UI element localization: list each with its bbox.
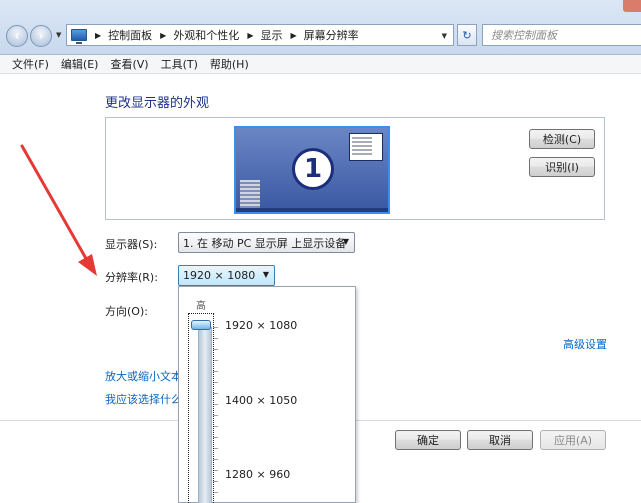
menu-help[interactable]: 帮助(H) (204, 56, 255, 72)
back-button[interactable]: ‹ (6, 25, 28, 47)
identify-button[interactable]: 识别(I) (529, 157, 595, 177)
resolution-dropdown: 高 1920 × 1080 1400 × 1050 1280 × 960 (178, 286, 356, 503)
menu-tools[interactable]: 工具(T) (155, 56, 204, 72)
breadcrumb-control-panel[interactable]: 控制面板 (108, 27, 152, 43)
breadcrumb-separator-icon[interactable]: ▶ (160, 31, 166, 40)
detect-button[interactable]: 检测(C) (529, 129, 595, 149)
resolution-select[interactable]: 1920 × 1080 ▼ (178, 265, 275, 286)
address-dropdown-icon[interactable]: ▼ (442, 32, 447, 40)
main-content: 更改显示器的外观 1 检测(C) 识别(I) 显示器(S): 1. 在 移动 P… (0, 75, 641, 503)
resolution-select-value: 1920 × 1080 (183, 269, 256, 282)
display-select[interactable]: 1. 在 移动 PC 显示屏 上显示设备 ▼ (178, 232, 355, 253)
menu-edit[interactable]: 编辑(E) (55, 56, 105, 72)
forward-button[interactable]: › (30, 25, 52, 47)
display-select-value: 1. 在 移动 PC 显示屏 上显示设备 (183, 236, 347, 250)
breadcrumb-display[interactable]: 显示 (260, 27, 282, 43)
apply-button[interactable]: 应用(A) (540, 430, 606, 450)
chevron-down-icon: ▼ (262, 270, 269, 279)
recent-pages-dropdown-icon[interactable]: ▼ (56, 31, 61, 39)
monitor-preview-panel: 1 检测(C) 识别(I) (105, 117, 605, 220)
menu-file[interactable]: 文件(F) (6, 56, 55, 72)
gadget-preview-icon (240, 180, 260, 210)
window-preview-icon (349, 133, 383, 161)
back-arrow-icon: ‹ (14, 29, 20, 43)
monitor-number-badge: 1 (292, 148, 334, 190)
breadcrumb-separator-icon[interactable]: ▶ (290, 31, 296, 40)
breadcrumb-separator-icon[interactable]: ▶ (95, 31, 101, 40)
orientation-label: 方向(O): (105, 305, 148, 318)
resolution-option[interactable]: 1400 × 1050 (225, 394, 297, 407)
resolution-high-label: 高 (196, 301, 206, 312)
search-input[interactable] (483, 25, 641, 45)
control-panel-icon (71, 29, 87, 44)
menu-view[interactable]: 查看(V) (104, 56, 154, 72)
resolution-slider-thumb[interactable] (191, 320, 211, 330)
which-setting-link[interactable]: 我应该选择什么 (105, 391, 182, 407)
resolution-option[interactable]: 1280 × 960 (225, 468, 290, 481)
ok-button[interactable]: 确定 (395, 430, 461, 450)
display-label: 显示器(S): (105, 238, 158, 251)
address-bar[interactable]: ▶ 控制面板 ▶ 外观和个性化 ▶ 显示 ▶ 屏幕分辨率 ▼ (66, 24, 454, 46)
forward-arrow-icon: › (38, 29, 44, 43)
breadcrumb-separator-icon[interactable]: ▶ (247, 31, 253, 40)
refresh-button[interactable]: ↻ (457, 24, 477, 46)
cancel-button[interactable]: 取消 (467, 430, 533, 450)
enlarge-text-link[interactable]: 放大或缩小文本 (105, 368, 182, 384)
window-close-button[interactable] (623, 0, 641, 12)
page-title: 更改显示器的外观 (105, 96, 210, 111)
breadcrumb-screen-resolution[interactable]: 屏幕分辨率 (304, 27, 359, 43)
chevron-down-icon: ▼ (342, 237, 349, 246)
resolution-option[interactable]: 1920 × 1080 (225, 319, 297, 332)
resolution-label: 分辨率(R): (105, 271, 158, 284)
monitor-1-thumbnail[interactable]: 1 (234, 126, 390, 214)
taskbar-preview (236, 208, 388, 212)
slider-focus-outline (188, 313, 214, 503)
search-box[interactable] (482, 24, 641, 46)
breadcrumb-appearance[interactable]: 外观和个性化 (173, 27, 239, 43)
advanced-settings-link[interactable]: 高级设置 (563, 336, 607, 352)
menu-bar: 文件(F) 编辑(E) 查看(V) 工具(T) 帮助(H) (0, 55, 641, 74)
refresh-icon: ↻ (462, 28, 472, 42)
address-toolbar: ‹ › ▼ ▶ 控制面板 ▶ 外观和个性化 ▶ 显示 ▶ 屏幕分辨率 ▼ ↻ (0, 0, 641, 55)
